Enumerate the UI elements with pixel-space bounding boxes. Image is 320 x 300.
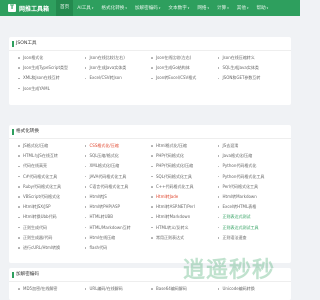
main-nav: 首页 AI工具▾ 格式化转换▾ 加解密编码▾ 文本数字▾ 网络▾ 计算▾ 其他▾ 帮助▾ [56,0,272,16]
tool-link[interactable]: SQL生成Java实体类 [217,63,284,73]
tool-link[interactable]: Perl代码格式化工具 [217,182,284,192]
tool-link[interactable]: CSS格式化/压缩 [84,141,151,151]
tool-link[interactable]: Html转ASP.NET/Perl [150,202,217,212]
tool-link[interactable]: Json在线比较(左右) [84,53,151,63]
tool-link[interactable]: Html在线压缩 [84,233,151,243]
section-title: 格式化转换 [9,125,291,139]
nav-item[interactable]: 文本数字▾ [164,0,193,16]
nav-item-label: 网络 [197,6,207,11]
nav-item[interactable]: 网络▾ [193,0,213,16]
section-format-conversion: 格式化转换 JS格式化/压缩 CSS格式化/压缩 Html格式化/压缩 JS去混淆 HT… [9,125,291,263]
tool-link[interactable]: Json生成Java实体类 [84,63,151,73]
tool-link[interactable]: Java格式化/压缩 [217,151,284,161]
nav-item[interactable]: 加解密编码▾ [131,0,165,16]
nav-item-label: 格式化转换 [101,6,125,11]
watermark: 逍遥秒秒 [183,258,276,283]
tool-link[interactable]: Python代码格式化 [217,161,284,171]
nav-item-label: 加解密编码 [134,6,158,11]
nav-item[interactable]: 首页 [56,0,74,16]
tool-link[interactable]: Json生成YAML [17,84,84,94]
tool-link[interactable]: JS去混淆 [217,141,284,151]
tool-link[interactable]: VBScript代码格式化 [17,192,84,202]
tool-link[interactable]: XML格式化/压缩 [84,161,151,171]
tool-link[interactable]: PHP代码格式化/压缩 [150,161,217,171]
tool-link[interactable]: Json在线比较(左右) [150,53,217,63]
nav-item[interactable]: 格式化转换▾ [97,0,131,16]
tool-link[interactable]: C#代码格式化工具 [17,172,84,182]
tool-link[interactable]: Excel转HTML表格 [217,202,284,212]
tool-link[interactable]: 代码在线高亮 [17,161,84,171]
tool-link[interactable]: Ruby代码格式化工具 [17,182,84,192]
tool-link[interactable]: MD5加密/在线解密 [17,284,84,294]
tool-link[interactable]: 正则语法速查 [217,233,284,243]
nav-item[interactable]: 帮助▾ [252,0,272,16]
site-logo[interactable]: T 网推工具箱 [0,0,56,16]
section-title: JSON工具 [9,37,291,51]
logo-text: 网推工具箱 [19,5,50,13]
tool-link[interactable]: flash代码 [84,243,151,253]
nav-item[interactable]: AI工具▾ [73,0,97,16]
tool-link[interactable]: Json生成TypeScript类型 [17,63,84,73]
tool-link[interactable]: Json转Excel/CSV格式 [150,73,217,83]
tool-link[interactable]: 正则生成代码 [17,223,84,233]
tool-link[interactable]: 正则表达式测试 [217,212,284,222]
chevron-down-icon: ▾ [125,6,127,10]
chevron-down-icon: ▾ [227,6,229,10]
chevron-down-icon: ▾ [246,6,249,10]
tool-link[interactable]: Unicode编码转换 [217,284,284,294]
tool-link[interactable]: Html转PHP/ASP [84,202,151,212]
tool-link[interactable]: Html转Markdown [217,192,284,202]
tool-link[interactable]: HTML转义/反转义 [150,223,217,233]
chevron-down-icon: ▾ [266,6,269,10]
tool-link[interactable]: JS格式化/压缩 [17,141,84,151]
section-json-tools: JSON工具 Json格式化 Json在线比较(左右) Json在线比较(左右) Js… [9,37,291,105]
tool-link[interactable]: 进行cURL/Html转换 [17,243,84,253]
tool-link[interactable]: JAVA代码格式化工具 [84,172,151,182]
nav-item-label: 帮助 [256,6,266,11]
chevron-down-icon: ▾ [158,6,161,10]
nav-item[interactable]: 计算▾ [213,0,233,16]
tool-grid: JS格式化/压缩 CSS格式化/压缩 Html格式化/压缩 JS去混淆 HTML与JS在… [9,139,291,253]
tool-link[interactable]: PHP代码格式化 [150,151,217,161]
logo-icon: T [8,4,16,12]
tool-link[interactable]: SQL压缩/格式化 [84,151,151,161]
chevron-down-icon: ▾ [187,6,190,10]
nav-item-label: 文本数字 [168,6,187,11]
top-navbar: T 网推工具箱 首页 AI工具▾ 格式化转换▾ 加解密编码▾ 文本数字▾ 网络▾ 计算▾ 其他… [0,0,300,16]
tool-link[interactable]: Html转换Ubb代码 [17,212,84,222]
tool-link[interactable]: XML和Json在线互转 [17,73,84,83]
tool-link[interactable]: Excel/CSV转Json [84,73,151,83]
tool-link[interactable]: URL编码/在线解码 [84,284,151,294]
tool-link[interactable]: HTML与JS在线互转 [17,151,84,161]
tool-link[interactable]: JSON和GET参数互转 [217,73,284,83]
tool-link[interactable]: Html转Markdown [150,212,217,222]
tool-link[interactable]: Python代码格式化工具 [217,172,284,182]
tool-link[interactable]: Html转JS [84,192,151,202]
tool-link[interactable]: Json生成Go结构体 [150,63,217,73]
nav-item-label: 计算 [217,6,227,11]
nav-item-label: AI工具 [77,6,91,11]
tool-link[interactable]: Html格式化/压缩 [150,141,217,151]
nav-item[interactable]: 其他▾ [233,0,253,16]
tool-link[interactable]: Html转JSX/JSP [17,202,84,212]
tool-link[interactable]: Base64编码解码 [150,284,217,294]
tool-link[interactable]: C++代码格式化工具 [150,182,217,192]
tool-link[interactable]: SQL代码格式化工具 [150,172,217,182]
tool-link[interactable]: 常用正则表达式 [150,233,217,243]
tool-link[interactable]: Json在线压缩转义 [217,53,284,63]
tool-link[interactable]: C语言代码格式化工具 [84,182,151,192]
tool-link[interactable]: 正则表达式测试工具 [217,223,284,233]
tool-grid: Json格式化 Json在线比较(左右) Json在线比较(左右) Json在线压缩转… [9,51,291,94]
tool-link[interactable]: HTML转UBB [84,212,151,222]
nav-item-label: 其他 [236,6,246,11]
tool-link[interactable]: 正则生成器/代码 [17,233,84,243]
tool-link[interactable]: Json格式化 [17,53,84,63]
nav-item-label: 首页 [60,5,70,10]
tool-link[interactable]: HTML/Markdown互转 [84,223,151,233]
chevron-down-icon: ▾ [91,6,94,10]
chevron-down-icon: ▾ [207,6,210,10]
tool-link[interactable]: Html转Jade [150,192,217,202]
